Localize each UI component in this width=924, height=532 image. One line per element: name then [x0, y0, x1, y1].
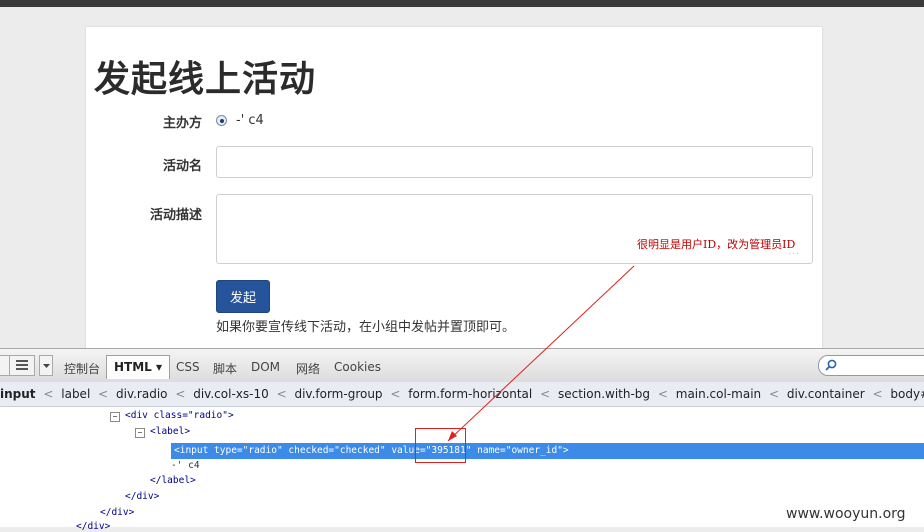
search-icon [825, 359, 837, 371]
dom-node-div-radio[interactable]: <div class="radio"> [125, 410, 234, 421]
tab-html-label: HTML [114, 360, 152, 374]
breadcrumb-separator: < [276, 387, 287, 401]
dom-node-label[interactable]: <label> [150, 426, 190, 437]
description-textarea[interactable]: ... [216, 194, 813, 264]
dom-node-label-close[interactable]: </label> [150, 475, 196, 486]
activity-name-label: 活动名 [162, 159, 202, 174]
dom-node-div-close[interactable]: </div> [100, 507, 134, 518]
help-text: 如果你要宣传线下活动，在小组中发帖并置顶即可。 [216, 320, 516, 335]
breadcrumb-separator: < [768, 387, 780, 401]
devtools-dropdown-button[interactable] [39, 355, 53, 376]
chevron-down-icon [42, 364, 50, 368]
organizer-radio-label[interactable]: -' c4 [236, 113, 264, 128]
breadcrumb-separator: < [390, 387, 401, 401]
breadcrumb-item[interactable]: div.form-group [294, 387, 382, 401]
dom-node-input-selected[interactable]: <input type="radio" checked="checked" va… [171, 443, 924, 459]
collapse-toggle-icon[interactable]: − [135, 428, 145, 438]
collapse-toggle-icon[interactable]: − [110, 412, 120, 422]
organizer-label: 主办方 [162, 116, 202, 131]
devtools-breadcrumb: input < label < div.radio < div.col-xs-1… [0, 382, 924, 407]
breadcrumb-item[interactable]: label [61, 387, 90, 401]
chevron-down-icon: ▾ [156, 360, 163, 374]
dom-text-node[interactable]: -' c4 [171, 460, 200, 471]
breadcrumb-separator: < [175, 387, 186, 401]
breadcrumb-item[interactable]: div.radio [116, 387, 168, 401]
breadcrumb-item[interactable]: main.col-main [676, 387, 761, 401]
devtools-toolbar: 控制台 HTML ▾ CSS 脚本 DOM 网络 Cookies [0, 349, 924, 383]
breadcrumb-item[interactable]: input [0, 387, 36, 401]
breadcrumb-item[interactable]: body#tuc...efault-p [890, 387, 924, 401]
breadcrumb-separator: < [657, 387, 668, 401]
activity-name-input[interactable] [216, 146, 813, 178]
dom-node-div-close[interactable]: </div> [76, 521, 110, 532]
breadcrumb-separator: < [98, 387, 109, 401]
breadcrumb-separator: < [540, 387, 551, 401]
tab-script[interactable]: 脚本 [213, 360, 237, 377]
hamburger-icon [16, 360, 28, 370]
tab-html[interactable]: HTML ▾ [106, 355, 171, 379]
tab-console[interactable]: 控制台 [64, 360, 100, 377]
description-label: 活动描述 [149, 208, 202, 223]
radio-dot [220, 119, 224, 123]
browser-top-bar [0, 0, 924, 7]
breadcrumb-item[interactable]: div.container [787, 387, 865, 401]
tab-network[interactable]: 网络 [296, 360, 320, 377]
organizer-radio[interactable] [216, 115, 227, 126]
highlight-box [415, 428, 466, 463]
breadcrumb-separator: < [872, 387, 883, 401]
page-title: 发起线上活动 [94, 59, 317, 100]
dom-node-div-close[interactable]: </div> [125, 491, 159, 502]
annotation-text: 很明显是用户ID，改为管理员ID [637, 238, 796, 251]
devtools-menu-button[interactable] [9, 355, 35, 376]
breadcrumb-separator: < [43, 387, 54, 401]
watermark: www.wooyun.org [786, 506, 906, 522]
breadcrumb-item[interactable]: form.form-horizontal [408, 387, 532, 401]
tab-dom[interactable]: DOM [251, 360, 280, 374]
breadcrumb-item[interactable]: div.col-xs-10 [193, 387, 269, 401]
tab-css[interactable]: CSS [176, 360, 200, 374]
devtools-search-input[interactable] [818, 355, 924, 376]
breadcrumb-item[interactable]: section.with-bg [558, 387, 650, 401]
tab-cookies[interactable]: Cookies [334, 360, 381, 374]
submit-button[interactable]: 发起 [216, 280, 270, 313]
